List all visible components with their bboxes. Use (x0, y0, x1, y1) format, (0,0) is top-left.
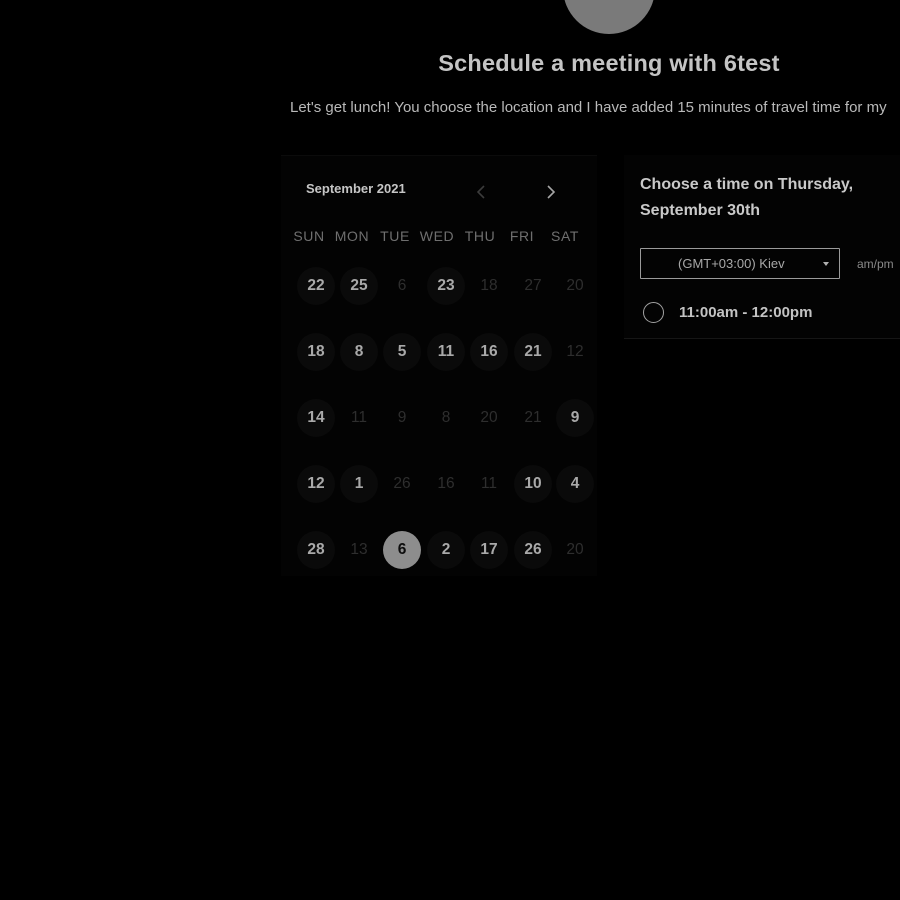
calendar-day: 18 (480, 277, 498, 294)
time-slot-label: 11:00am - 12:00pm (679, 304, 813, 321)
calendar-day[interactable]: 17 (470, 531, 508, 569)
calendar-day[interactable]: 22 (297, 267, 335, 305)
calendar-day: 11 (480, 475, 498, 492)
calendar-day: 27 (524, 277, 542, 294)
calendar-day: 26 (393, 475, 411, 492)
calendar-day[interactable]: 2 (427, 531, 465, 569)
caret-down-icon (823, 262, 829, 266)
time-selection-panel: Choose a time on Thursday, September 30t… (624, 155, 900, 339)
meeting-description: Let's get lunch! You choose the location… (290, 99, 887, 116)
calendar-day: 13 (350, 541, 368, 558)
timezone-select[interactable]: (GMT+03:00) Kiev (640, 248, 840, 279)
calendar-day: 20 (566, 541, 584, 558)
calendar-day: 11 (350, 409, 368, 426)
calendar-day[interactable]: 12 (297, 465, 335, 503)
calendar-day[interactable]: 26 (514, 531, 552, 569)
timezone-value: (GMT+03:00) Kiev (678, 256, 785, 271)
calendar-day[interactable]: 18 (297, 333, 335, 371)
calendar-day-selected[interactable]: 6 (383, 531, 421, 569)
host-avatar (563, 0, 655, 34)
calendar-day[interactable]: 5 (383, 333, 421, 371)
time-selection-heading: Choose a time on Thursday, September 30t… (640, 176, 854, 219)
calendar-day: 16 (437, 475, 455, 492)
calendar-day[interactable]: 1 (340, 465, 378, 503)
calendar-day: 6 (397, 277, 407, 294)
time-slot[interactable]: 11:00am - 12:00pm (643, 300, 812, 325)
calendar-day[interactable]: 14 (297, 399, 335, 437)
calendar-day: 9 (397, 409, 407, 426)
calendar-day[interactable]: 23 (427, 267, 465, 305)
calendar-day[interactable]: 16 (470, 333, 508, 371)
calendar-day: 8 (441, 409, 451, 426)
calendar-day: 21 (524, 409, 542, 426)
calendar-day[interactable]: 21 (514, 333, 552, 371)
calendar-day: 20 (480, 409, 498, 426)
calendar-day[interactable]: 28 (297, 531, 335, 569)
calendar-day[interactable]: 25 (340, 267, 378, 305)
calendar-day: 12 (566, 343, 584, 360)
radio-button[interactable] (643, 302, 664, 323)
calendar-days-grid: 22 25 6 23 18 27 20 18 8 5 11 16 21 12 14 11 9 8 20 21 9 12 1 2… (281, 156, 597, 576)
calendar-day[interactable]: 4 (556, 465, 594, 503)
calendar-day[interactable]: 11 (427, 333, 465, 371)
calendar-day: 20 (566, 277, 584, 294)
time-format-toggle[interactable]: am/pm (857, 257, 894, 271)
calendar: September 2021 SUN MON TUE WED THU FRI S… (281, 155, 597, 576)
calendar-day[interactable]: 9 (556, 399, 594, 437)
calendar-day[interactable]: 8 (340, 333, 378, 371)
scheduling-page: Schedule a meeting with 6test Let's get … (0, 0, 900, 900)
calendar-day[interactable]: 10 (514, 465, 552, 503)
page-title: Schedule a meeting with 6test (438, 50, 780, 76)
